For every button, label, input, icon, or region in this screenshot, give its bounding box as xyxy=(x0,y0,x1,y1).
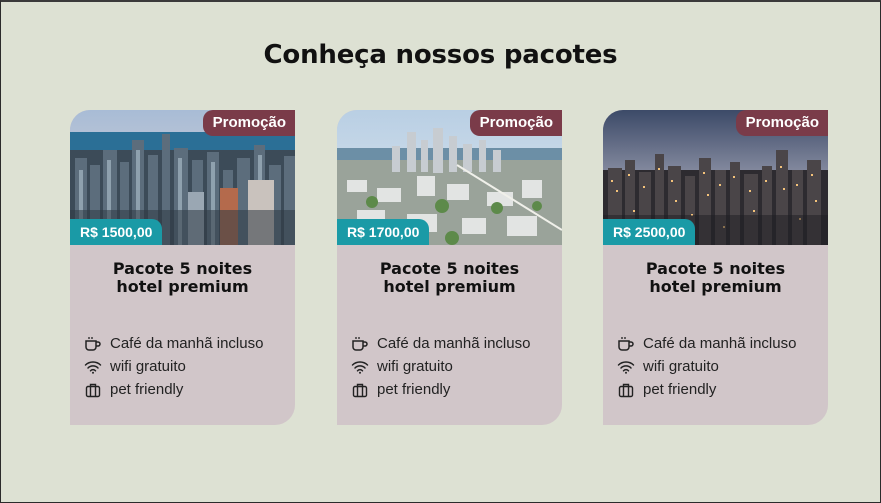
feature-item: wifi gratuito xyxy=(82,355,263,378)
feature-item: Café da manhã incluso xyxy=(615,332,796,355)
feature-label: wifi gratuito xyxy=(110,358,186,375)
feature-label: Café da manhã incluso xyxy=(643,335,797,352)
feature-label: pet friendly xyxy=(643,381,717,398)
feature-label: wifi gratuito xyxy=(643,358,719,375)
suitcase-icon xyxy=(615,381,637,399)
package-card[interactable]: Promoção R$ 1700,00 Pacote 5 noites hote… xyxy=(337,110,562,425)
feature-item: wifi gratuito xyxy=(349,355,530,378)
promo-badge: Promoção xyxy=(469,110,562,136)
package-card[interactable]: Promoção R$ 2500,00 Pacote 5 noites hote… xyxy=(603,110,828,425)
feature-label: wifi gratuito xyxy=(377,358,453,375)
feature-label: pet friendly xyxy=(377,381,451,398)
promo-badge: Promoção xyxy=(202,110,295,136)
feature-list: Café da manhã incluso wifi gratuito pet … xyxy=(615,332,796,401)
feature-list: Café da manhã incluso wifi gratuito pet … xyxy=(349,332,530,401)
feature-item: pet friendly xyxy=(82,378,263,401)
suitcase-icon xyxy=(349,381,371,399)
suitcase-icon xyxy=(82,381,104,399)
price-tag: R$ 1700,00 xyxy=(337,219,430,245)
feature-label: Café da manhã incluso xyxy=(110,335,264,352)
wifi-icon xyxy=(82,358,104,376)
coffee-cup-icon xyxy=(349,335,371,353)
section-title: Conheça nossos pacotes xyxy=(263,40,618,70)
feature-item: pet friendly xyxy=(615,378,796,401)
feature-list: Café da manhã incluso wifi gratuito pet … xyxy=(82,332,263,401)
package-photo: Promoção R$ 2500,00 xyxy=(603,110,828,245)
feature-item: Café da manhã incluso xyxy=(349,332,530,355)
coffee-cup-icon xyxy=(615,335,637,353)
feature-item: Café da manhã incluso xyxy=(82,332,263,355)
feature-item: pet friendly xyxy=(349,378,530,401)
feature-label: pet friendly xyxy=(110,381,184,398)
feature-item: wifi gratuito xyxy=(615,355,796,378)
package-photo: Promoção R$ 1500,00 xyxy=(70,110,295,245)
package-name: Pacote 5 noites hotel premium xyxy=(112,259,253,296)
price-tag: R$ 2500,00 xyxy=(603,219,696,245)
wifi-icon xyxy=(615,358,637,376)
package-name: Pacote 5 noites hotel premium xyxy=(645,259,786,296)
wifi-icon xyxy=(349,358,371,376)
package-card[interactable]: Promoção R$ 1500,00 Pacote 5 noites hote… xyxy=(70,110,295,425)
coffee-cup-icon xyxy=(82,335,104,353)
feature-label: Café da manhã incluso xyxy=(377,335,531,352)
package-photo: Promoção R$ 1700,00 xyxy=(337,110,562,245)
price-tag: R$ 1500,00 xyxy=(70,219,163,245)
package-name: Pacote 5 noites hotel premium xyxy=(379,259,520,296)
promo-badge: Promoção xyxy=(735,110,828,136)
